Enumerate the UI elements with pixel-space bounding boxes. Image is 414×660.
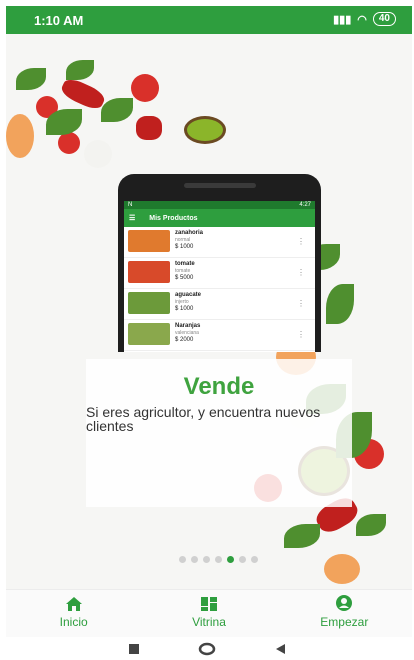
- slide-subtitle: Si eres agricultor, y encuentra nuevos c…: [86, 404, 321, 434]
- system-navigation-bar: [0, 637, 414, 660]
- home-icon: [65, 597, 82, 611]
- page-indicator: [179, 556, 258, 563]
- product-price: $ 1000: [175, 306, 194, 312]
- product-info: aguacate injerto $ 1000: [175, 292, 201, 313]
- product-description: normal: [175, 237, 191, 243]
- signal-icon: ▮▮▮: [333, 13, 352, 26]
- hamburger-menu-icon: ☰: [129, 215, 136, 222]
- page-dot: [227, 556, 234, 563]
- product-name: aguacate: [175, 292, 202, 298]
- home-button[interactable]: [198, 642, 216, 656]
- product-list-item: tomate tomate $ 5000 ⋮: [124, 258, 315, 289]
- slide-text-card: Vende Si eres agricultor, y encuentra nu…: [86, 359, 352, 507]
- bottom-navigation: Inicio Vitrina Empezar: [6, 589, 412, 637]
- product-thumbnail: [128, 261, 170, 283]
- product-info: zanahoria normal $ 1000: [175, 230, 203, 251]
- product-price: $ 5000: [175, 275, 194, 281]
- nav-label: Inicio: [59, 615, 88, 629]
- phone-notification-icon: N: [128, 202, 133, 208]
- more-vert-icon: ⋮: [297, 299, 305, 308]
- account-circle-icon: [336, 595, 353, 611]
- page-dot: [239, 556, 246, 563]
- product-list-item: aguacate injerto $ 1000 ⋮: [124, 289, 315, 320]
- more-vert-icon: ⋮: [297, 330, 305, 339]
- product-price: $ 2000: [175, 337, 194, 343]
- phone-speaker: [184, 183, 256, 188]
- product-thumbnail: [128, 323, 170, 345]
- nav-label: Empezar: [320, 615, 369, 629]
- phone-status-bar: N 4:27: [124, 201, 315, 209]
- phone-mockup: N 4:27 ☰ Mis Productos zanahoria normal $ …: [118, 174, 321, 352]
- product-description: tomate: [175, 268, 191, 274]
- recents-button[interactable]: [128, 643, 140, 655]
- page-dot: [203, 556, 210, 563]
- phone-app-bar: ☰ Mis Productos: [124, 209, 315, 227]
- page-dot: [251, 556, 258, 563]
- phone-screen: N 4:27 ☰ Mis Productos zanahoria normal $ …: [124, 201, 315, 352]
- nav-tab-empezar[interactable]: Empezar: [277, 590, 412, 637]
- product-info: tomate tomate $ 5000: [175, 261, 195, 282]
- more-vert-icon: ⋮: [297, 237, 305, 246]
- product-list-item: Naranjas valenciana $ 2000 ⋮: [124, 320, 315, 351]
- page-dot: [191, 556, 198, 563]
- onboarding-slide[interactable]: N 4:27 ☰ Mis Productos zanahoria normal $ …: [6, 34, 412, 589]
- phone-app-title: Mis Productos: [149, 214, 198, 222]
- status-icons: ▮▮▮ ◠ 40: [333, 12, 396, 26]
- product-description: injerto: [175, 299, 189, 305]
- product-list: zanahoria normal $ 1000 ⋮ tomate tomate $ 5000…: [124, 227, 315, 351]
- product-list-item: zanahoria normal $ 1000 ⋮: [124, 227, 315, 258]
- battery-icon: 40: [372, 12, 396, 26]
- product-name: tomate: [175, 261, 195, 267]
- product-name: Naranjas: [175, 323, 201, 329]
- back-button[interactable]: [274, 643, 286, 655]
- nav-tab-inicio[interactable]: Inicio: [6, 590, 141, 637]
- product-price: $ 1000: [175, 244, 194, 250]
- nav-label: Vitrina: [192, 615, 226, 629]
- status-bar: 1:10 AM ▮▮▮ ◠ 40: [6, 6, 412, 34]
- product-description: valenciana: [175, 330, 199, 336]
- page-dot: [215, 556, 222, 563]
- phone-status-time: 4:27: [299, 202, 311, 208]
- product-thumbnail: [128, 230, 170, 252]
- product-name: zanahoria: [175, 230, 204, 236]
- product-info: Naranjas valenciana $ 2000: [175, 323, 200, 344]
- wifi-icon: ◠: [357, 13, 367, 26]
- slide-title: Vende: [183, 373, 255, 400]
- product-thumbnail: [128, 292, 170, 314]
- dashboard-icon: [200, 597, 217, 611]
- status-time: 1:10 AM: [34, 13, 84, 28]
- more-vert-icon: ⋮: [297, 268, 305, 277]
- page-dot: [179, 556, 186, 563]
- nav-tab-vitrina[interactable]: Vitrina: [141, 590, 276, 637]
